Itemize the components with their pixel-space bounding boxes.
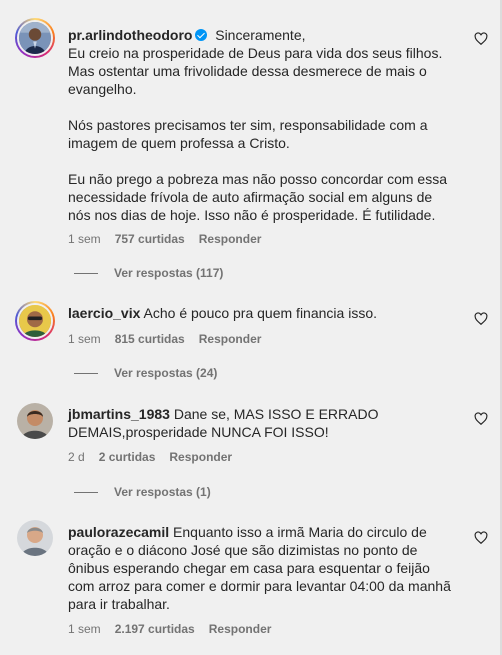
replies-divider <box>74 272 98 274</box>
comment-time[interactable]: 2 d <box>68 450 85 464</box>
avatar[interactable] <box>15 301 55 341</box>
avatar-image <box>17 520 53 556</box>
avatar[interactable] <box>15 18 55 58</box>
comment-text-line: Sinceramente, <box>211 27 306 43</box>
comment-text: Eu não prego a pobreza mas não posso con… <box>68 171 448 223</box>
view-replies-label: Ver respostas (1) <box>114 485 211 499</box>
comment-text: Acho é pouco pra quem financia isso. <box>143 305 377 321</box>
comment-time[interactable]: 1 sem <box>68 622 101 636</box>
heart-outline-icon[interactable] <box>474 32 488 46</box>
view-replies-label: Ver respostas (24) <box>114 366 218 380</box>
view-replies-button[interactable]: Ver respostas (117) <box>74 266 223 280</box>
comment-username[interactable]: pr.arlindotheodoro <box>68 27 192 43</box>
avatar-image <box>19 22 51 54</box>
comment-body: pr.arlindotheodoro Sinceramente, Eu crei… <box>68 26 458 224</box>
avatar-image <box>19 305 51 337</box>
view-replies-label: Ver respostas (117) <box>114 266 224 280</box>
comment-meta: 1 sem 2.197 curtidas Responder <box>68 622 271 636</box>
comment-likes[interactable]: 2.197 curtidas <box>115 622 195 636</box>
comment-text: Nós pastores precisamos ter sim, respons… <box>68 117 428 151</box>
comment-likes[interactable]: 815 curtidas <box>115 332 185 346</box>
verified-badge-icon <box>195 29 208 41</box>
heart-outline-icon[interactable] <box>474 312 488 326</box>
comment-meta: 2 d 2 curtidas Responder <box>68 450 232 464</box>
avatar[interactable] <box>17 520 53 556</box>
comment-time[interactable]: 1 sem <box>68 232 101 246</box>
comment-likes[interactable]: 757 curtidas <box>115 232 185 246</box>
comment-body: paulorazecamil Enquanto isso a irmã Mari… <box>68 523 458 613</box>
heart-outline-icon[interactable] <box>474 531 488 545</box>
comment-likes[interactable]: 2 curtidas <box>99 450 156 464</box>
reply-button[interactable]: Responder <box>199 332 262 346</box>
comment-meta: 1 sem 815 curtidas Responder <box>68 332 261 346</box>
reply-button[interactable]: Responder <box>209 622 272 636</box>
reply-button[interactable]: Responder <box>199 232 262 246</box>
view-replies-button[interactable]: Ver respostas (1) <box>74 485 211 499</box>
comment-meta: 1 sem 757 curtidas Responder <box>68 232 261 246</box>
comment-text: Eu creio na prosperidade de Deus para vi… <box>68 45 443 97</box>
avatar-image <box>17 403 53 439</box>
comment-body: laercio_vix Acho é pouco pra quem financ… <box>68 304 458 322</box>
replies-divider <box>74 372 98 374</box>
comment-time[interactable]: 1 sem <box>68 332 101 346</box>
replies-divider <box>74 491 98 493</box>
comment-body: jbmartins_1983 Dane se, MAS ISSO E ERRAD… <box>68 405 458 441</box>
comment-username[interactable]: laercio_vix <box>68 305 140 321</box>
view-replies-button[interactable]: Ver respostas (24) <box>74 366 217 380</box>
reply-button[interactable]: Responder <box>169 450 232 464</box>
heart-outline-icon[interactable] <box>474 412 488 426</box>
avatar[interactable] <box>17 403 53 439</box>
comment-username[interactable]: jbmartins_1983 <box>68 406 170 422</box>
comment-username[interactable]: paulorazecamil <box>68 524 169 540</box>
